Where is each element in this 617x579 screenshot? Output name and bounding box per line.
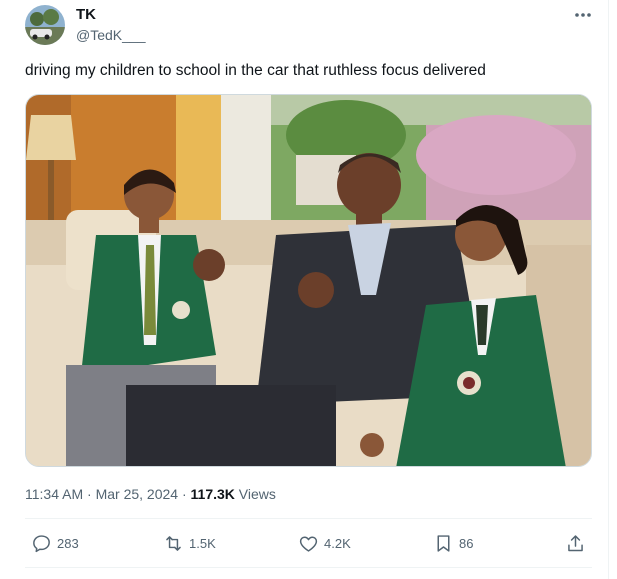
like-icon — [299, 535, 318, 552]
tweet-photo[interactable] — [25, 94, 592, 467]
share-button[interactable] — [565, 531, 586, 555]
repost-icon — [166, 535, 181, 551]
reply-icon — [33, 534, 50, 552]
tweet-time[interactable]: 11:34 AM — [25, 486, 83, 502]
more-options-button[interactable] — [572, 6, 594, 24]
tweet-card: TK @TedK___ driving my children to schoo… — [0, 0, 617, 579]
tweet-text: driving my children to school in the car… — [25, 62, 486, 79]
reply-count: 283 — [57, 535, 79, 551]
more-icon — [575, 13, 591, 17]
like-button[interactable]: 4.2K — [298, 531, 351, 555]
like-count: 4.2K — [324, 535, 351, 551]
meta-separator: · — [83, 486, 96, 502]
views-label: Views — [234, 486, 276, 502]
column-border — [608, 0, 609, 579]
bookmark-count: 86 — [459, 535, 474, 551]
tweet-date[interactable]: Mar 25, 2024 — [96, 486, 179, 502]
repost-button[interactable]: 1.5K — [163, 531, 216, 555]
tweet-meta: 11:34 AM · Mar 25, 2024 · 117.3K Views — [25, 486, 276, 502]
divider — [25, 567, 592, 568]
views-count[interactable]: 117.3K — [191, 486, 235, 502]
share-icon — [568, 534, 583, 551]
reply-button[interactable]: 283 — [31, 531, 79, 555]
repost-count: 1.5K — [189, 535, 216, 551]
avatar[interactable] — [25, 5, 65, 45]
author-handle[interactable]: @TedK___ — [76, 27, 145, 43]
author-name[interactable]: TK — [76, 6, 96, 23]
bookmark-button[interactable]: 86 — [433, 531, 473, 555]
meta-separator: · — [178, 486, 191, 502]
bookmark-icon — [437, 534, 450, 552]
divider — [25, 518, 592, 519]
